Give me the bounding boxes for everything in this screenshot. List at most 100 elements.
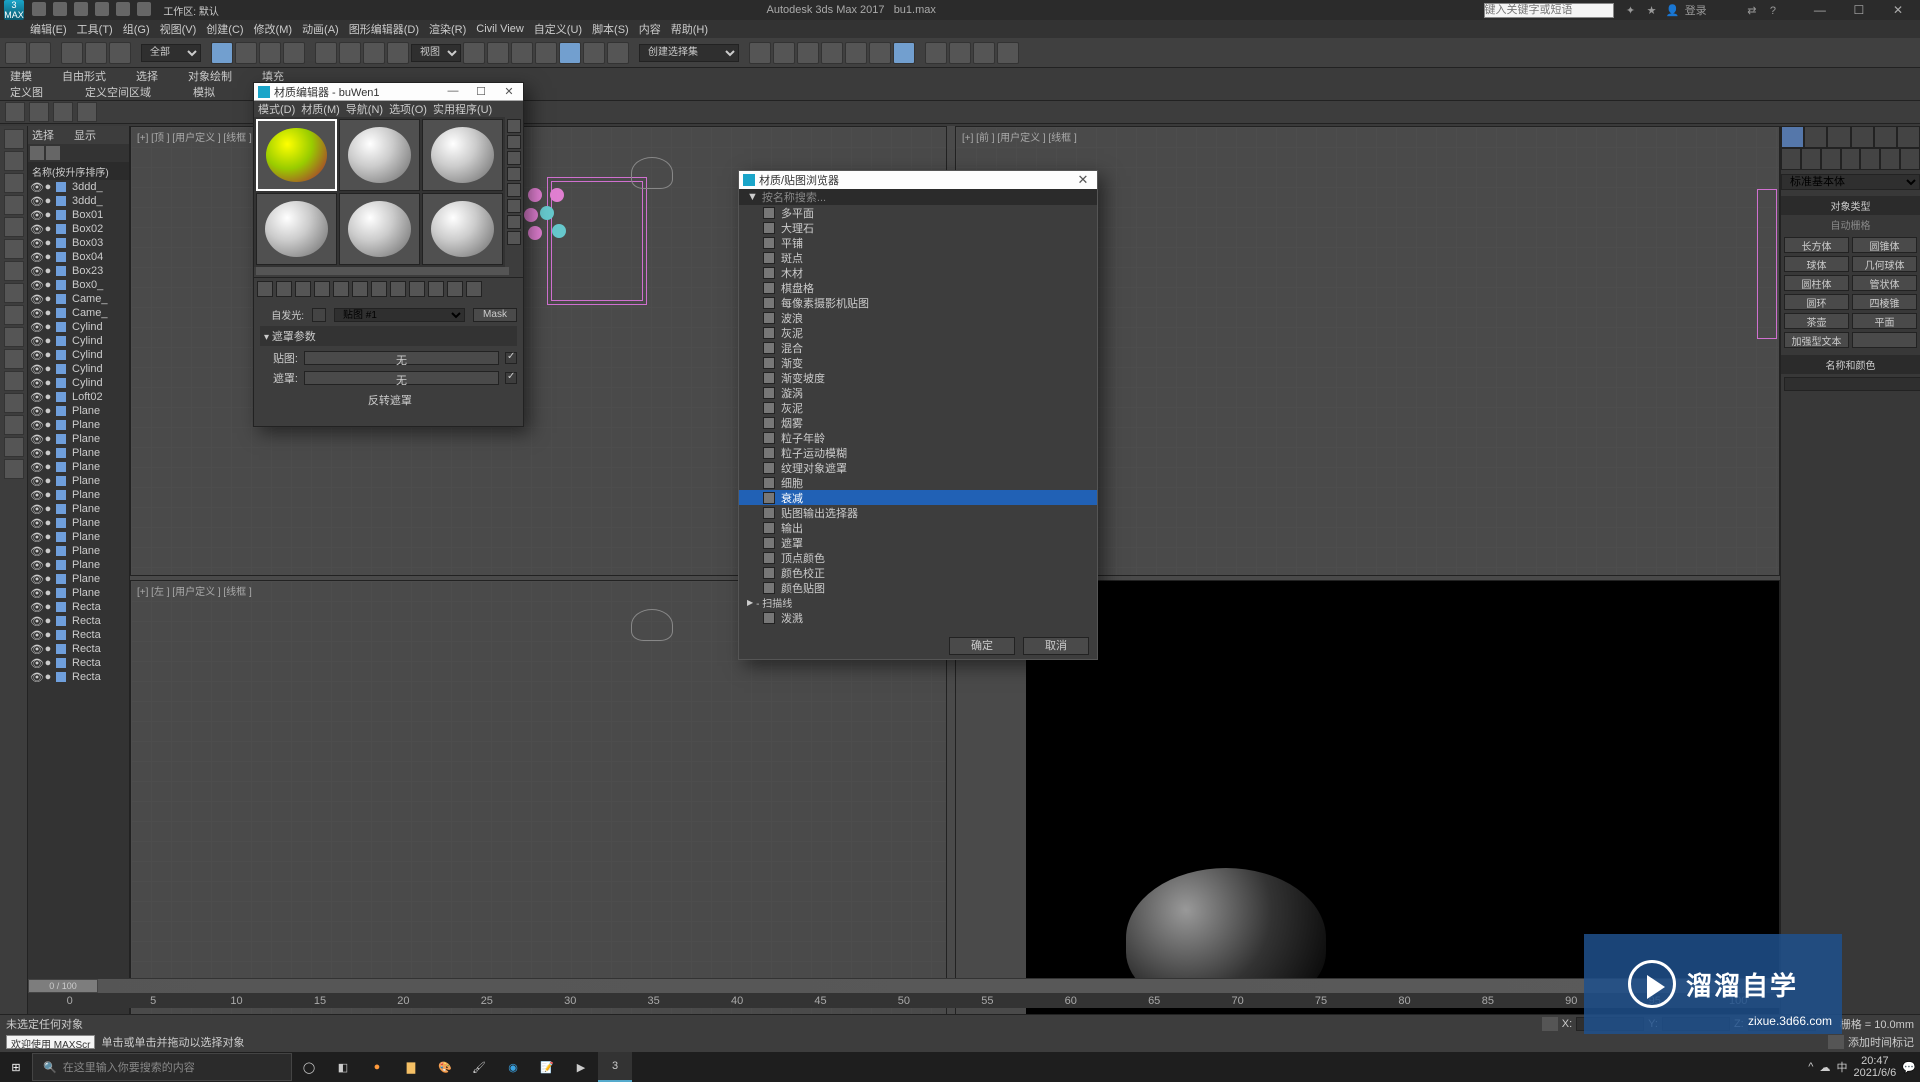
scene-sort-label[interactable]: 名称(按升序排序) xyxy=(28,162,129,180)
menu-edit[interactable]: 编辑(E) xyxy=(30,21,67,37)
ribbon-tab-selection[interactable]: 选择 xyxy=(136,68,158,84)
mated-menu-mode[interactable]: 模式(D) xyxy=(258,101,295,117)
taskbar-search[interactable]: 🔍 在这里输入你要搜索的内容 xyxy=(32,1053,292,1081)
scene-node[interactable]: 👁●Plane xyxy=(28,404,129,418)
scene-node[interactable]: 👁●3ddd_ xyxy=(28,194,129,208)
scene-select-tab[interactable]: 选择 xyxy=(32,127,54,143)
primitive-button[interactable]: 圆锥体 xyxy=(1852,237,1917,253)
show-end-button[interactable] xyxy=(428,281,444,297)
select-by-mat-button[interactable] xyxy=(507,231,521,245)
schematic-button[interactable] xyxy=(869,42,891,64)
star-icon[interactable]: ★ xyxy=(1643,4,1661,17)
app-icon-2[interactable]: 🖌 xyxy=(462,1052,496,1082)
scene-tb-2[interactable] xyxy=(29,102,49,122)
scene-node[interactable]: 👁●Recta xyxy=(28,628,129,642)
mated-close-button[interactable]: ✕ xyxy=(495,85,523,98)
se-filter-icon[interactable] xyxy=(30,146,44,160)
scene-tb-1[interactable] xyxy=(5,102,25,122)
keyboard-button[interactable] xyxy=(511,42,533,64)
rollout-name-color[interactable]: 名称和颜色 xyxy=(1781,355,1920,374)
explorer-icon[interactable]: ▇ xyxy=(394,1052,428,1082)
scene-node[interactable]: 👁●3ddd_ xyxy=(28,180,129,194)
browser-item[interactable]: 遮罩 xyxy=(739,535,1097,550)
map-slot-button[interactable]: 无 xyxy=(304,351,499,365)
sub-shapes[interactable] xyxy=(1801,148,1821,170)
menu-animation[interactable]: 动画(A) xyxy=(302,21,339,37)
rollout-object-type[interactable]: 对象类型 xyxy=(1781,196,1920,215)
browser-close-button[interactable]: ✕ xyxy=(1069,172,1097,188)
type-mask-button[interactable]: Mask xyxy=(473,308,517,322)
tray-chevron-icon[interactable]: ^ xyxy=(1808,1061,1813,1073)
lt-13[interactable] xyxy=(4,393,24,413)
mirror-button[interactable] xyxy=(749,42,771,64)
redo-button[interactable] xyxy=(29,42,51,64)
menu-render[interactable]: 渲染(R) xyxy=(429,21,466,37)
lt-4[interactable] xyxy=(4,195,24,215)
scene-node[interactable]: 👁●Box01 xyxy=(28,208,129,222)
mated-titlebar[interactable]: 材质编辑器 - buWen1 — ☐ ✕ xyxy=(254,83,523,101)
select-rect-button[interactable] xyxy=(259,42,281,64)
modify-tab[interactable] xyxy=(1804,126,1827,148)
scene-node[interactable]: 👁●Plane xyxy=(28,446,129,460)
percent-snap-button[interactable] xyxy=(583,42,605,64)
maximize-button[interactable]: ☐ xyxy=(1841,3,1877,17)
select-name-button[interactable] xyxy=(235,42,257,64)
browser-item[interactable]: 纹理对象遮罩 xyxy=(739,460,1097,475)
viewport-left-label[interactable]: [+] [左 ] [用户定义 ] [线框 ] xyxy=(137,583,252,598)
ribbon-tab-paint[interactable]: 对象绘制 xyxy=(188,68,232,84)
mated-menu-navigate[interactable]: 导航(N) xyxy=(346,101,383,117)
scene-node[interactable]: 👁●Recta xyxy=(28,642,129,656)
curve-editor-button[interactable] xyxy=(845,42,867,64)
3dsmax-taskbar-icon[interactable]: 3 xyxy=(598,1052,632,1082)
sample-slot-6[interactable] xyxy=(422,193,503,265)
spinner-snap-button[interactable] xyxy=(607,42,629,64)
a360-button[interactable] xyxy=(997,42,1019,64)
scene-tb-4[interactable] xyxy=(77,102,97,122)
browser-item[interactable]: 混合 xyxy=(739,340,1097,355)
scene-node[interactable]: 👁●Cylind xyxy=(28,320,129,334)
login-label[interactable]: 登录 xyxy=(1685,2,1707,18)
browser-item[interactable]: 大理石 xyxy=(739,220,1097,235)
app-icon-4[interactable]: ▶ xyxy=(564,1052,598,1082)
cortana-icon[interactable]: ◧ xyxy=(326,1052,360,1082)
scene-node[interactable]: 👁●Plane xyxy=(28,530,129,544)
scale-button[interactable] xyxy=(363,42,385,64)
browser-item[interactable]: 灰泥 xyxy=(739,325,1097,340)
auto-grid-check[interactable]: 自动栅格 xyxy=(1781,215,1920,234)
menu-customize[interactable]: 自定义(U) xyxy=(534,21,582,37)
lt-3[interactable] xyxy=(4,173,24,193)
scene-node[interactable]: 👁●Cylind xyxy=(28,334,129,348)
firefox-icon[interactable]: ● xyxy=(360,1052,394,1082)
primitive-button[interactable]: 平面 xyxy=(1852,313,1917,329)
browser-item[interactable]: 粒子运动模糊 xyxy=(739,445,1097,460)
lt-6[interactable] xyxy=(4,239,24,259)
self-illum-picker[interactable] xyxy=(312,308,326,322)
lt-14[interactable] xyxy=(4,415,24,435)
browser-item[interactable]: 烟雾 xyxy=(739,415,1097,430)
render-button[interactable] xyxy=(973,42,995,64)
background-button[interactable] xyxy=(507,151,521,165)
make-unique-button[interactable] xyxy=(352,281,368,297)
app-icon-1[interactable]: 🎨 xyxy=(428,1052,462,1082)
assign-material-button[interactable] xyxy=(295,281,311,297)
primitive-button[interactable]: 几何球体 xyxy=(1852,256,1917,272)
maxscript-listener[interactable]: 欢迎使用 MAXScr xyxy=(6,1035,95,1049)
time-slider[interactable]: 0 / 100 xyxy=(28,979,98,993)
undo-button[interactable] xyxy=(5,42,27,64)
browser-titlebar[interactable]: 材质/贴图浏览器 ✕ xyxy=(739,171,1097,189)
get-material-button[interactable] xyxy=(257,281,273,297)
browser-item[interactable]: 颜色校正 xyxy=(739,565,1097,580)
snap-button[interactable] xyxy=(535,42,557,64)
primitive-button[interactable]: 长方体 xyxy=(1784,237,1849,253)
placement-button[interactable] xyxy=(387,42,409,64)
menu-group[interactable]: 组(G) xyxy=(123,21,150,37)
user-icon[interactable]: 👤 xyxy=(1664,4,1682,17)
scene-node[interactable]: 👁●Cylind xyxy=(28,348,129,362)
sample-slot-1[interactable] xyxy=(256,119,337,191)
browser-item[interactable]: 斑点 xyxy=(739,250,1097,265)
browser-item[interactable]: 泼溅 xyxy=(739,610,1097,625)
menu-modifiers[interactable]: 修改(M) xyxy=(254,21,293,37)
qat-undo-icon[interactable] xyxy=(95,2,109,16)
mated-menu-options[interactable]: 选项(O) xyxy=(389,101,427,117)
browser-item[interactable]: 多平面 xyxy=(739,205,1097,220)
